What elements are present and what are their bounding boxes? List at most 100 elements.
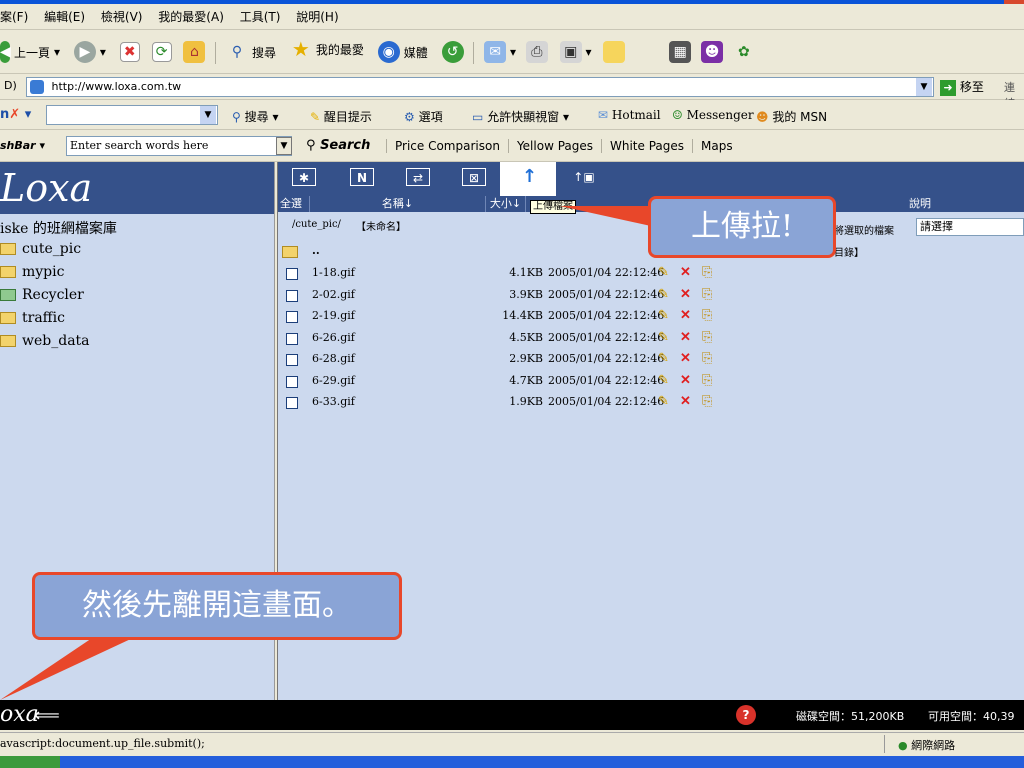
messenger-button[interactable]: ☺ Messenger [672, 108, 754, 122]
tree-folder-recycler[interactable]: Recycler [0, 287, 84, 303]
file-checkbox[interactable] [286, 332, 298, 345]
rename-pencil-icon[interactable]: ✎ [658, 394, 669, 409]
search-words-input[interactable]: Enter search words here [66, 136, 292, 156]
file-checkbox[interactable] [286, 354, 298, 366]
file-row[interactable]: 6-33.gif 1.9KB 2005/01/04 22:12:46 ✎ ✕ ⎘ [278, 393, 1024, 413]
file-row[interactable]: 1-18.gif 4.1KB 2005/01/04 22:12:46 ✎ ✕ ⎘ [278, 264, 1024, 284]
rename-pencil-icon[interactable]: ✎ [658, 265, 669, 280]
highlight-button[interactable]: ✎ 醒目提示 [310, 108, 372, 125]
menu-help[interactable]: 說明(H) [296, 10, 338, 24]
media-button[interactable]: ◉ 媒體 [377, 41, 428, 63]
back-button[interactable]: ◀ 上一頁 ▾ [0, 41, 60, 63]
file-name[interactable]: 2-02.gif [312, 288, 355, 301]
msn-search-button[interactable]: ⚲ 搜尋 ▾ [232, 108, 278, 125]
download-icon[interactable]: ⎘ [702, 373, 712, 388]
delete-x-icon[interactable]: ✕ [680, 373, 691, 388]
file-name[interactable]: 2-19.gif [312, 309, 355, 322]
my-msn-button[interactable]: ☻ 我的 MSN [756, 108, 827, 125]
menu-edit[interactable]: 編輯(E) [44, 10, 85, 24]
msn-messenger-icon[interactable]: ✿ [733, 41, 755, 63]
tree-folder-web-data[interactable]: web_data [0, 333, 90, 349]
msn-search-dropdown-icon[interactable]: ▼ [200, 106, 216, 124]
name-column-header[interactable]: 名稱↓ [310, 196, 486, 212]
download-icon[interactable]: ⎘ [702, 330, 712, 345]
download-icon[interactable]: ⎘ [702, 287, 712, 302]
address-input[interactable]: http://www.loxa.com.tw [26, 77, 934, 97]
refresh-icon[interactable]: ⟳ [151, 42, 172, 62]
file-name[interactable]: 6-28.gif [312, 352, 355, 365]
upload-computer-icon[interactable]: ↑▣ [568, 168, 600, 186]
file-row[interactable]: 2-02.gif 3.9KB 2005/01/04 22:12:46 ✎ ✕ ⎘ [278, 286, 1024, 306]
delete-x-icon[interactable]: ✕ [680, 265, 691, 280]
search-button[interactable]: ⚲ 搜尋 [226, 41, 276, 63]
tree-root[interactable]: iske 的班網檔案庫 [0, 218, 117, 238]
search-go-button[interactable]: ⚲ Search [306, 138, 370, 153]
select-all-header[interactable]: 全選 [278, 196, 310, 212]
rename-pencil-icon[interactable]: ✎ [658, 373, 669, 388]
mail-icon[interactable]: ✉ [484, 41, 507, 63]
delete-file-icon[interactable]: ⊠ [462, 168, 486, 186]
menu-file[interactable]: 案(F) [0, 10, 28, 24]
tree-folder-cute-pic[interactable]: cute_pic [0, 241, 81, 257]
file-checkbox[interactable] [286, 397, 298, 409]
options-button[interactable]: ⚙ 選項 [404, 108, 443, 125]
maps-link[interactable]: Maps [693, 139, 741, 153]
rename-pencil-icon[interactable]: ✎ [658, 351, 669, 366]
new-note-icon[interactable]: N [350, 168, 374, 186]
go-button[interactable]: ➜ 移至 [940, 78, 984, 96]
menu-view[interactable]: 檢視(V) [101, 10, 143, 24]
menu-favorites[interactable]: 我的最愛(A) [158, 10, 224, 24]
file-checkbox[interactable] [286, 268, 298, 280]
delete-x-icon[interactable]: ✕ [680, 287, 691, 302]
tree-folder-traffic[interactable]: traffic [0, 310, 65, 326]
file-name[interactable]: 1-18.gif [312, 266, 355, 279]
upload-button[interactable]: ↑ [500, 162, 556, 196]
price-comparison-link[interactable]: Price Comparison [387, 139, 509, 153]
yahoo-messenger-icon[interactable]: ☻ [701, 41, 724, 63]
file-row[interactable]: 6-26.gif 4.5KB 2005/01/04 22:12:46 ✎ ✕ ⎘ [278, 329, 1024, 349]
file-row[interactable]: 2-19.gif 14.4KB 2005/01/04 22:12:46 ✎ ✕ ⎘ [278, 307, 1024, 327]
research-icon[interactable]: ▦ [669, 41, 692, 63]
white-pages-link[interactable]: White Pages [602, 139, 694, 153]
delete-x-icon[interactable]: ✕ [680, 351, 691, 366]
discuss-icon[interactable] [603, 41, 626, 63]
delete-x-icon[interactable]: ✕ [680, 308, 691, 323]
tree-folder-mypic[interactable]: mypic [0, 264, 64, 280]
download-icon[interactable]: ⎘ [702, 351, 712, 366]
delete-x-icon[interactable]: ✕ [680, 330, 691, 345]
rename-pencil-icon[interactable]: ✎ [658, 287, 669, 302]
rename-pencil-icon[interactable]: ✎ [658, 330, 669, 345]
new-file-icon[interactable]: ✱ [292, 168, 316, 186]
download-icon[interactable]: ⎘ [702, 308, 712, 323]
address-dropdown-icon[interactable]: ▼ [916, 78, 932, 96]
file-name[interactable]: 6-33.gif [312, 395, 355, 408]
favorites-button[interactable]: ★ 我的最愛 [290, 38, 364, 60]
download-icon[interactable]: ⎘ [702, 265, 712, 280]
yellow-pages-link[interactable]: Yellow Pages [509, 139, 602, 153]
menu-tools[interactable]: 工具(T) [240, 10, 281, 24]
file-row[interactable]: 6-29.gif 4.7KB 2005/01/04 22:12:46 ✎ ✕ ⎘ [278, 372, 1024, 392]
rename-pencil-icon[interactable]: ✎ [658, 308, 669, 323]
file-checkbox[interactable] [286, 375, 298, 388]
file-checkbox[interactable] [286, 311, 298, 323]
help-icon[interactable]: ? [736, 705, 756, 725]
move-destination-select[interactable]: 請選擇 [916, 218, 1024, 236]
edit-icon[interactable]: ▣ [559, 41, 582, 63]
hotmail-button[interactable]: ✉ Hotmail [598, 108, 661, 122]
start-button[interactable] [0, 756, 60, 768]
history-icon[interactable]: ↺ [441, 41, 464, 63]
size-column-header[interactable]: 大小↓ [486, 196, 526, 212]
msn-search-input[interactable] [46, 105, 218, 125]
back-arrow-icon[interactable]: ⟸ [34, 705, 60, 726]
search-toolbar-name[interactable]: shBar ▾ [0, 139, 45, 152]
file-row[interactable]: 6-28.gif 2.9KB 2005/01/04 22:12:46 ✎ ✕ ⎘ [278, 350, 1024, 370]
download-icon[interactable]: ⎘ [702, 394, 712, 409]
search-words-dropdown-icon[interactable]: ▼ [276, 137, 292, 155]
stop-icon[interactable]: ✖ [119, 42, 140, 62]
forward-button[interactable]: ▶ ▾ [73, 41, 106, 63]
popup-blocker-button[interactable]: ▭ 允許快顯視窗 ▾ [472, 108, 569, 125]
move-folder-icon[interactable]: ⇄ [406, 168, 430, 186]
file-name[interactable]: 6-26.gif [312, 331, 355, 344]
file-checkbox[interactable] [286, 289, 298, 302]
print-icon[interactable]: ⎙ [525, 41, 548, 63]
